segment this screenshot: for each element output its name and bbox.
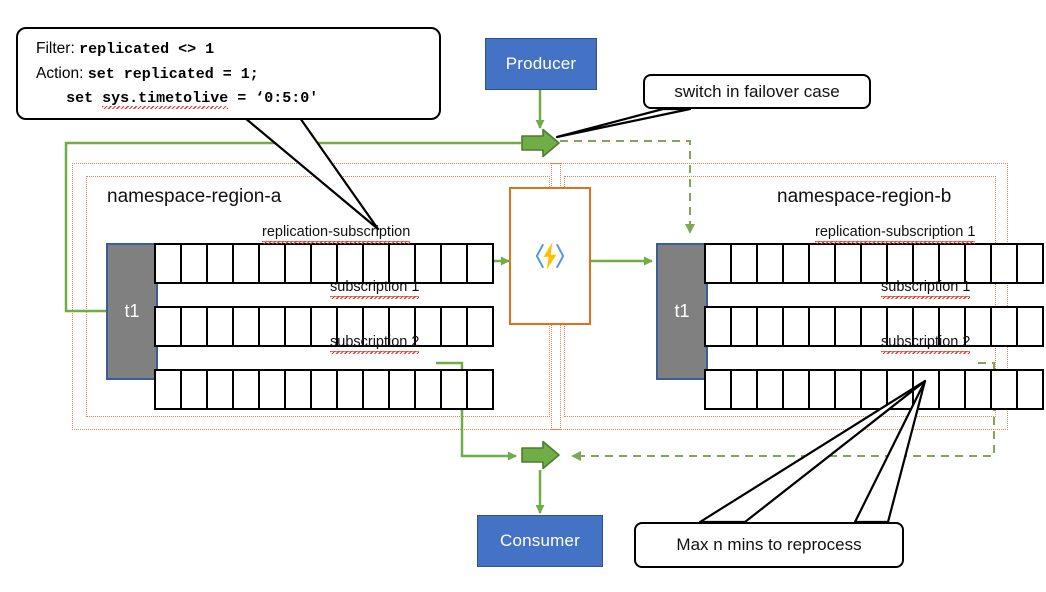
leader-filter-callout	[243, 116, 380, 231]
action-statement-2-suffix: = ‘0:5:0'	[228, 90, 319, 107]
action-statement-1: set replicated = 1;	[87, 65, 259, 83]
reprocess-text: Max n mins to reprocess	[676, 535, 862, 554]
filter-label: Filter:	[36, 40, 75, 57]
reprocess-callout[interactable]: Max n mins to reprocess	[634, 522, 904, 568]
diagram-canvas: namespace-region-a namespace-region-b t1…	[0, 0, 1046, 592]
filter-line-2: Action: set replicated = 1;	[36, 62, 439, 87]
filter-expression: replicated <> 1	[79, 41, 215, 58]
switch-failover-callout[interactable]: switch in failover case	[643, 74, 871, 109]
filter-rule-callout[interactable]: Filter: replicated <> 1 Action: set repl…	[16, 27, 441, 120]
leader-switch-callout	[555, 107, 692, 139]
filter-line-1: Filter: replicated <> 1	[36, 37, 439, 62]
filter-line-3: set sys.timetolive = ‘0:5:0'	[36, 86, 439, 111]
action-label: Action:	[36, 64, 84, 82]
filter-rule-text: Filter: replicated <> 1 Action: set repl…	[18, 29, 439, 111]
action-statement-2-property: sys.timetolive	[102, 90, 229, 107]
action-statement-2-prefix: set	[66, 90, 103, 107]
switch-failover-text: switch in failover case	[674, 81, 840, 101]
